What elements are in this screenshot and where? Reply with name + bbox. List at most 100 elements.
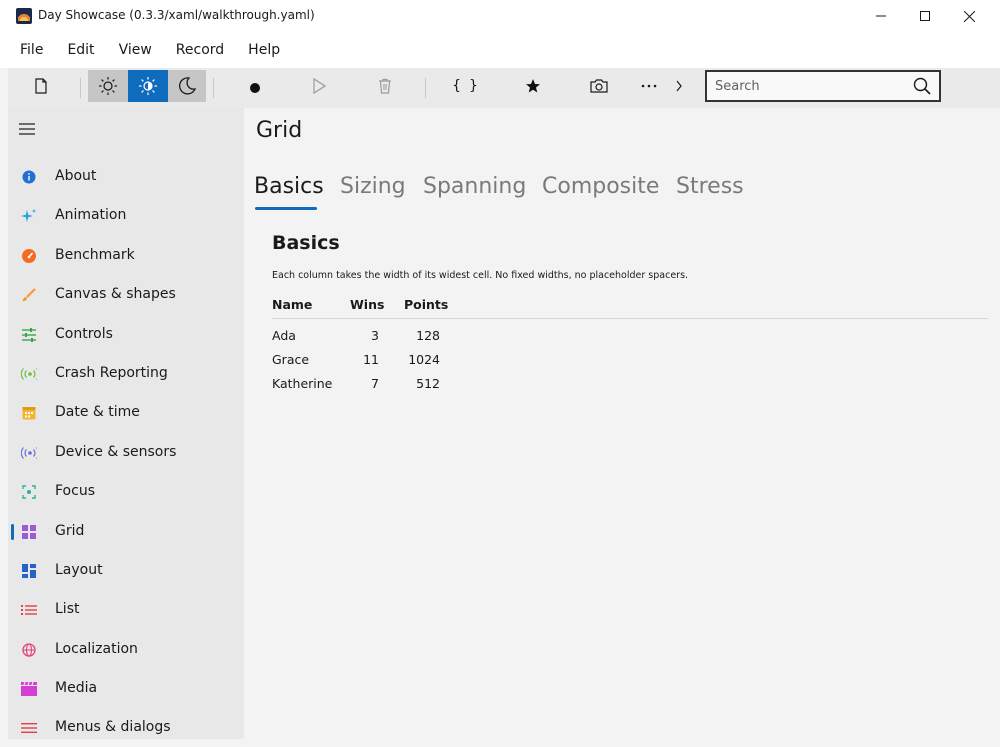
grid-icon (21, 524, 37, 540)
new-document-icon (35, 78, 47, 94)
toolbar: { } (8, 68, 1000, 108)
cell-wins: 11 (363, 352, 379, 367)
search-input[interactable] (715, 77, 905, 95)
sidebar-item-label: Media (55, 680, 98, 696)
menu-record[interactable]: Record (164, 42, 236, 58)
close-button[interactable] (946, 0, 992, 32)
menu-file[interactable]: File (8, 42, 55, 58)
favorite-button[interactable] (514, 70, 552, 102)
sidebar-item-menus-dialogs[interactable]: Menus & dialogs (8, 710, 244, 739)
sidebar-item-label: Crash Reporting (55, 365, 168, 381)
selection-indicator (11, 524, 14, 540)
column-header-points: Points (404, 297, 449, 312)
section-title: Basics (272, 232, 340, 254)
list-icon (21, 602, 37, 618)
theme-dark-icon (178, 77, 197, 95)
sidebar: About Animation Benchmark Canvas & shape… (8, 108, 244, 739)
cell-points: 512 (416, 376, 440, 391)
column-header-wins: Wins (350, 297, 385, 312)
globe-icon (21, 642, 37, 658)
brush-icon (21, 287, 37, 303)
cell-name: Ada (272, 328, 296, 343)
header-divider (272, 318, 988, 319)
sensor-icon (21, 445, 37, 461)
play-button[interactable] (300, 70, 338, 102)
camera-icon (590, 79, 608, 93)
gauge-icon (21, 248, 37, 264)
chevron-right-icon (676, 80, 682, 92)
trash-icon (379, 78, 391, 94)
sidebar-item-label: Canvas & shapes (55, 286, 176, 302)
sidebar-item-label: List (55, 601, 80, 617)
menu-view[interactable]: View (107, 42, 164, 58)
sidebar-item-date-time[interactable]: Date & time (8, 395, 244, 431)
column-header-name: Name (272, 297, 313, 312)
cell-name: Katherine (272, 376, 333, 391)
tab-composite[interactable]: Composite (542, 174, 659, 199)
calendar-icon (21, 405, 37, 421)
tab-spanning[interactable]: Spanning (423, 174, 526, 199)
cell-wins: 7 (371, 376, 379, 391)
sliders-icon (21, 327, 37, 343)
sidebar-item-localization[interactable]: Localization (8, 632, 244, 668)
more-button[interactable] (630, 70, 668, 102)
sidebar-item-list[interactable]: List (8, 592, 244, 628)
record-icon (250, 83, 260, 93)
cell-name: Grace (272, 352, 310, 367)
focus-icon (21, 484, 37, 500)
sidebar-item-benchmark[interactable]: Benchmark (8, 238, 244, 274)
sidebar-item-label: Benchmark (55, 247, 135, 263)
sidebar-item-media[interactable]: Media (8, 671, 244, 707)
screenshot-button[interactable] (580, 70, 618, 102)
sidebar-item-canvas-shapes[interactable]: Canvas & shapes (8, 277, 244, 313)
delete-button[interactable] (366, 70, 404, 102)
tab-basics[interactable]: Basics (254, 174, 324, 199)
active-tab-indicator (255, 207, 317, 210)
info-icon (21, 169, 37, 185)
sidebar-item-focus[interactable]: Focus (8, 474, 244, 510)
menu-bar: File Edit View Record Help (0, 32, 1000, 68)
sidebar-item-grid[interactable]: Grid (8, 514, 244, 550)
hamburger-menu-icon[interactable] (18, 120, 36, 138)
sidebar-item-label: Layout (55, 562, 103, 578)
menu-help[interactable]: Help (236, 42, 292, 58)
sidebar-item-layout[interactable]: Layout (8, 553, 244, 589)
toolbar-separator (213, 78, 214, 98)
theme-auto-button[interactable] (128, 70, 168, 102)
sidebar-item-label: Date & time (55, 404, 140, 420)
maximize-button[interactable] (902, 0, 948, 32)
theme-dark-button[interactable] (168, 70, 206, 102)
sidebar-item-animation[interactable]: Animation (8, 198, 244, 234)
sidebar-item-label: Localization (55, 641, 138, 657)
record-button[interactable] (236, 72, 274, 104)
clapper-icon (21, 681, 37, 697)
new-document-button[interactable] (22, 70, 60, 102)
section-description: Each column takes the width of its wides… (272, 270, 689, 281)
page-title: Grid (256, 118, 303, 143)
layout-icon (21, 563, 37, 579)
close-icon (963, 10, 975, 22)
main-content: Grid Basics Sizing Spanning Composite St… (244, 108, 1000, 747)
play-icon (313, 78, 326, 94)
search-icon[interactable] (913, 77, 931, 95)
search-box (705, 70, 941, 102)
menu-edit[interactable]: Edit (55, 42, 106, 58)
minimize-icon (876, 15, 886, 17)
braces-button[interactable]: { } (446, 70, 484, 102)
sidebar-item-label: About (55, 168, 97, 184)
sidebar-item-device-sensors[interactable]: Device & sensors (8, 435, 244, 471)
sidebar-item-controls[interactable]: Controls (8, 317, 244, 353)
overflow-chevron-button[interactable] (664, 70, 694, 102)
tab-stress[interactable]: Stress (676, 174, 744, 199)
title-bar: Day Showcase (0.3.3/xaml/walkthrough.yam… (0, 0, 1000, 32)
tab-sizing[interactable]: Sizing (340, 174, 406, 199)
cell-points: 1024 (408, 352, 440, 367)
minimize-button[interactable] (858, 0, 904, 32)
more-icon (641, 84, 657, 88)
sidebar-item-crash-reporting[interactable]: Crash Reporting (8, 356, 244, 392)
theme-light-icon (99, 77, 117, 95)
theme-light-button[interactable] (88, 70, 128, 102)
sidebar-item-about[interactable]: About (8, 159, 244, 195)
sparkle-icon (21, 208, 37, 224)
braces-icon: { } (452, 78, 478, 94)
